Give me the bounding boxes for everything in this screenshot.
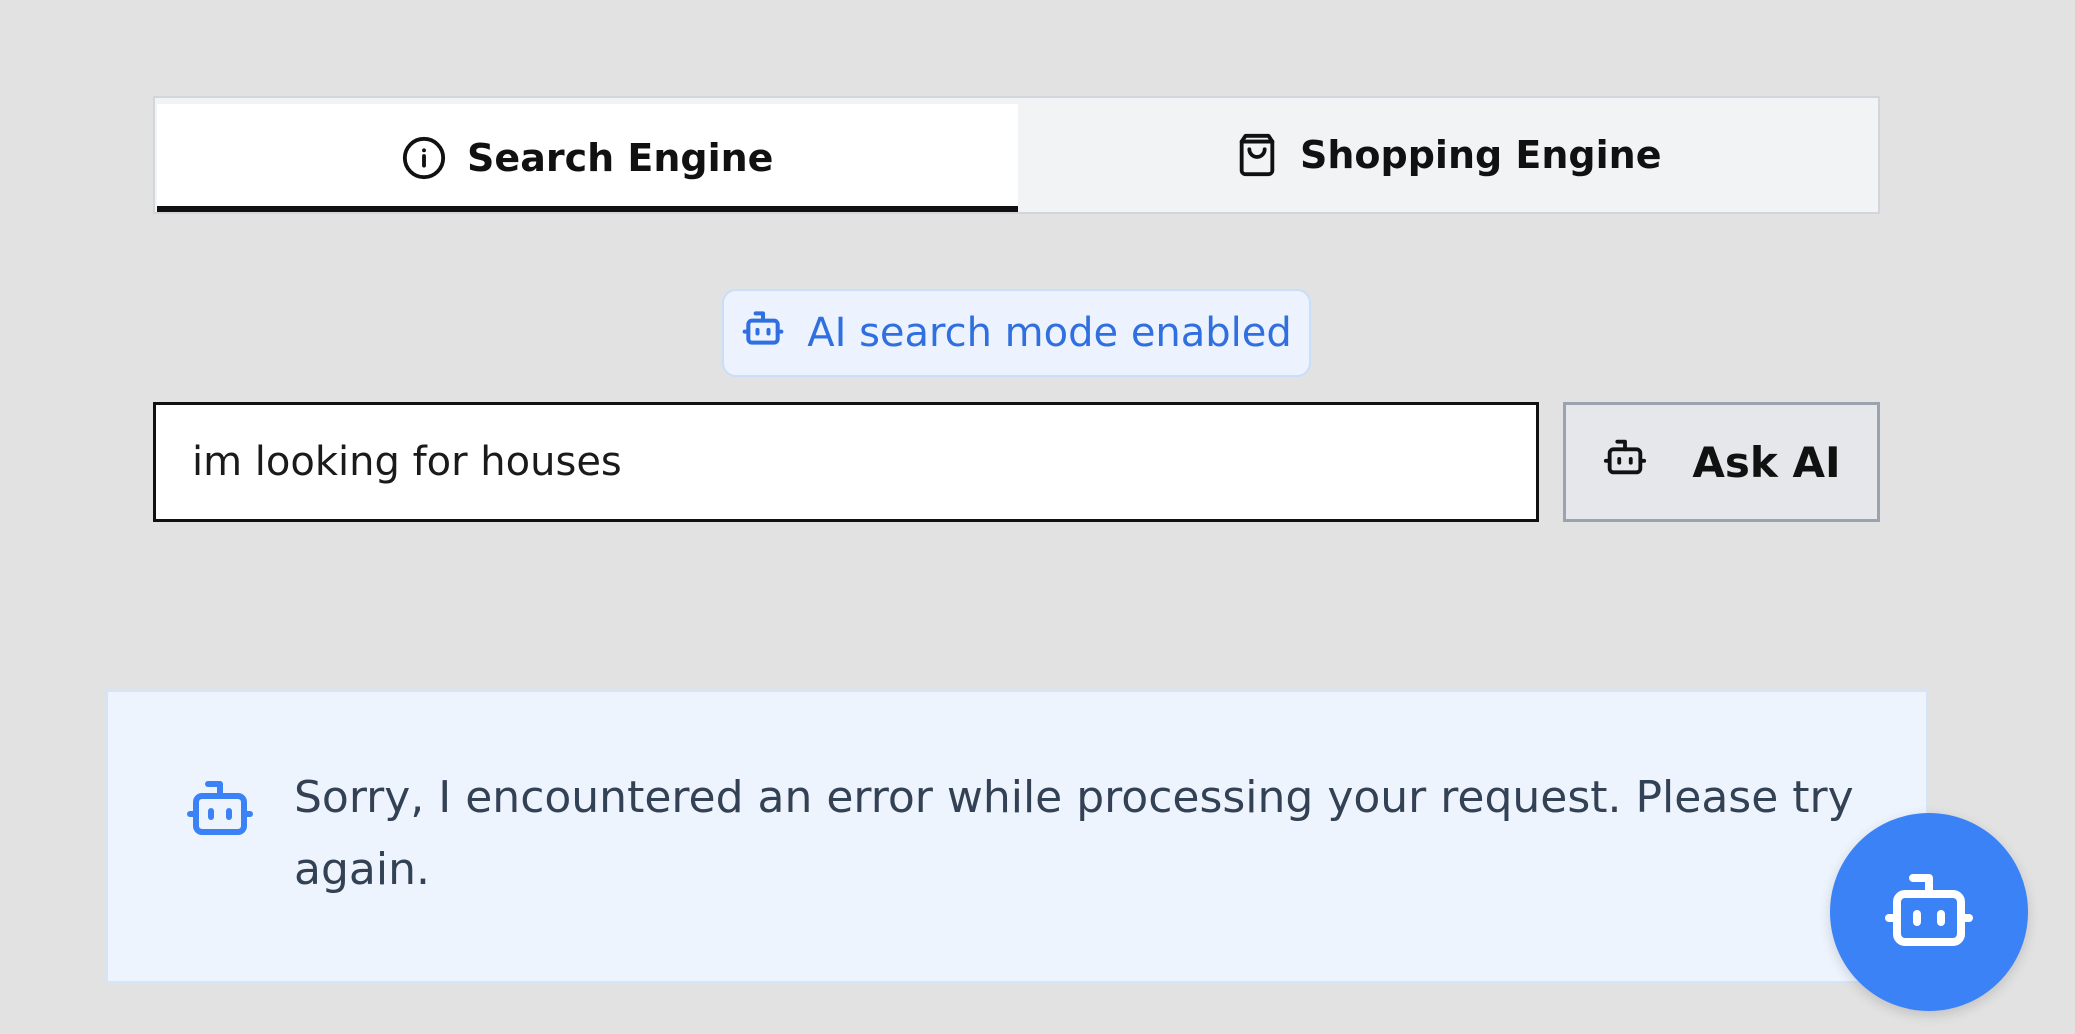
- tab-shopping-engine-label: Shopping Engine: [1299, 133, 1662, 177]
- ai-mode-label: AI search mode enabled: [807, 310, 1292, 356]
- error-message-text: Sorry, I encountered an error while proc…: [294, 772, 1854, 895]
- search-input[interactable]: [153, 402, 1539, 522]
- info-icon: [401, 135, 447, 181]
- ask-ai-label: Ask AI: [1692, 437, 1841, 487]
- shopping-bag-icon: [1234, 132, 1280, 178]
- engine-tabs: Search Engine Shopping Engine: [153, 96, 1880, 214]
- robot-icon: [1881, 862, 1977, 962]
- tab-search-engine[interactable]: Search Engine: [157, 104, 1018, 212]
- robot-icon: [1602, 434, 1648, 490]
- ai-chat-fab[interactable]: [1830, 813, 2028, 1011]
- error-message-panel: Sorry, I encountered an error while proc…: [106, 690, 1928, 983]
- robot-icon: [741, 306, 785, 360]
- robot-icon: [184, 772, 256, 848]
- tab-shopping-engine[interactable]: Shopping Engine: [1018, 98, 1879, 212]
- tab-search-engine-label: Search Engine: [467, 136, 774, 180]
- ai-mode-badge: AI search mode enabled: [722, 289, 1311, 377]
- ask-ai-button[interactable]: Ask AI: [1563, 402, 1880, 522]
